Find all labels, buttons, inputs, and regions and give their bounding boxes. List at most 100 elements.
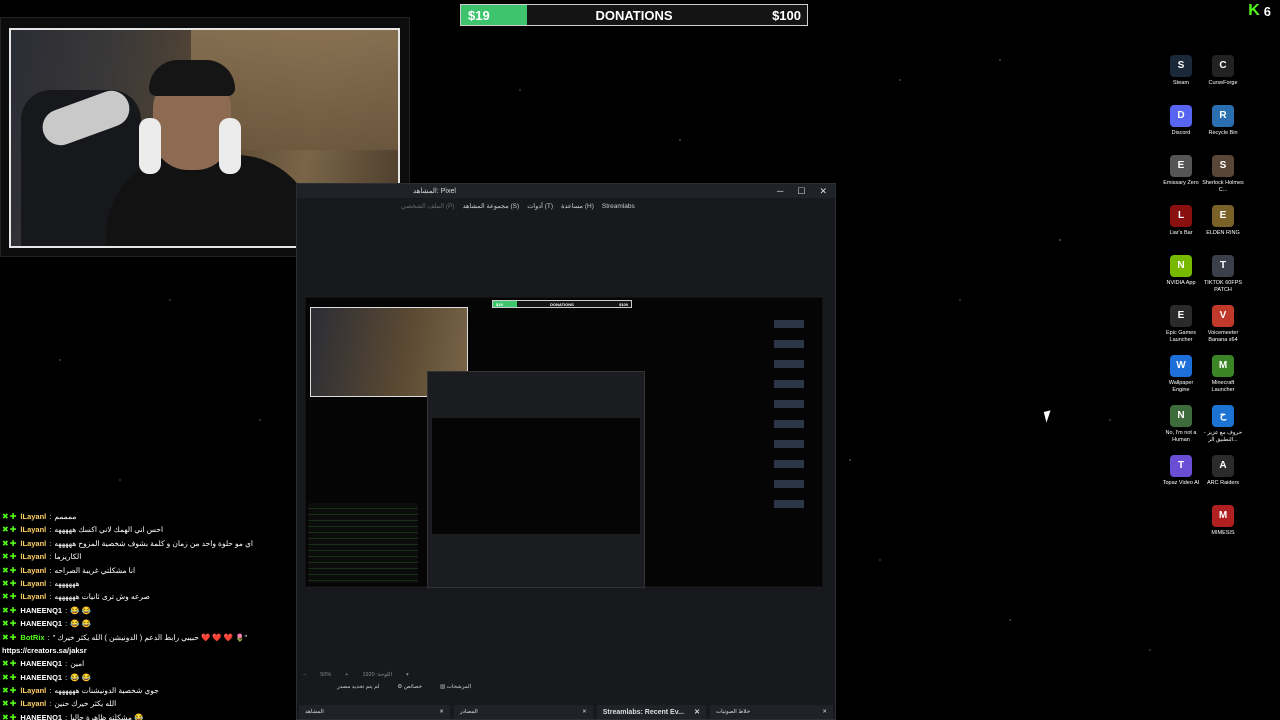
desktop-shortcut[interactable]: W Wallpaper Engine xyxy=(1160,355,1202,398)
close-icon[interactable]: ✕ xyxy=(819,186,827,197)
chat-separator: : xyxy=(47,632,50,642)
chat-username[interactable]: lLayanl xyxy=(20,684,46,697)
desktop-shortcut[interactable]: E ELDEN RING xyxy=(1202,205,1244,248)
kick-logo-icon: K xyxy=(1248,2,1260,19)
maximize-icon[interactable]: ☐ xyxy=(797,186,805,197)
zoom-bar-item-0[interactable]: − xyxy=(303,672,306,678)
chat-separator: : xyxy=(49,578,52,588)
dock-tab-1[interactable]: المصادر ✕ xyxy=(453,705,593,719)
chat-text: الله يكثر خيرك حنين xyxy=(54,699,117,709)
desktop-shortcut[interactable]: M MIMESIS xyxy=(1202,505,1244,548)
desktop-shortcut[interactable]: S Steam xyxy=(1160,55,1202,98)
desktop-shortcut[interactable]: L Liar's Bar xyxy=(1160,205,1202,248)
chat-username[interactable]: lLayanl xyxy=(20,523,46,536)
nvidia-icon: N xyxy=(1170,255,1192,277)
dock-close-icon[interactable]: ✕ xyxy=(822,709,827,715)
desktop-shortcut[interactable]: T Topaz Video AI xyxy=(1160,455,1202,498)
chat-separator: : xyxy=(65,659,68,669)
desktop-shortcut-label: Wallpaper Engine xyxy=(1168,380,1194,393)
zoom-bar-item-3[interactable]: اللوحة: 1920 xyxy=(362,672,392,678)
desktop-shortcut[interactable]: N No, I'm not a Human xyxy=(1160,405,1202,448)
filters-button[interactable]: ▧ المرشحات xyxy=(440,684,471,690)
chat-username[interactable]: HANEENQ1 xyxy=(20,711,62,720)
desktop-shortcut[interactable]: A ARC Raiders xyxy=(1202,455,1244,498)
dock-close-icon[interactable]: ✕ xyxy=(694,708,700,716)
zoom-bar-item-2[interactable]: + xyxy=(345,672,348,678)
desktop-shortcut[interactable]: T TIKTOK 60FPS PATCH xyxy=(1202,255,1244,298)
emissary-zero-icon: E xyxy=(1170,155,1192,177)
minimize-icon[interactable]: ─ xyxy=(777,186,783,197)
chat-username[interactable]: lLayanl xyxy=(20,550,46,563)
chat-username[interactable]: lLayanl xyxy=(20,537,46,550)
properties-button[interactable]: ⚙ خصائص xyxy=(397,684,422,690)
chat-separator: : xyxy=(65,672,68,682)
tiktok-patch-icon: T xyxy=(1212,255,1234,277)
chat-username[interactable]: lLayanl xyxy=(20,510,46,523)
desktop-shortcut-label: Minecraft Launcher xyxy=(1211,380,1235,393)
desktop-shortcut-label: Topaz Video AI xyxy=(1162,480,1200,486)
obs-titlebar[interactable]: المشاهد: Pixel ─ ☐ ✕ xyxy=(297,184,835,198)
obs-window[interactable]: المشاهد: Pixel ─ ☐ ✕ الملف الشخصي (P) مجم… xyxy=(296,183,836,720)
dock-tab-3[interactable]: خلاط الصوتيات ✕ xyxy=(709,705,833,719)
zoom-bar-item-1[interactable]: 50% xyxy=(320,672,331,678)
preview-donation-bar: $19 DONATIONS $100 xyxy=(492,300,632,308)
desktop-shortcut[interactable]: N NVIDIA App xyxy=(1160,255,1202,298)
chat-username[interactable]: HANEENQ1 xyxy=(20,604,62,617)
window-controls: ─ ☐ ✕ xyxy=(777,186,827,197)
desktop-shortcut[interactable]: E Epic Games Launcher xyxy=(1160,305,1202,348)
chat-badge-icons: ✖✚ xyxy=(2,686,18,696)
preview-recursive-window xyxy=(427,371,645,588)
chat-text: صرعه وش ترى ثانيات ههههههه xyxy=(54,592,150,602)
dock-close-icon[interactable]: ✕ xyxy=(439,709,444,715)
chat-text: 😂 😂 xyxy=(70,605,91,615)
desktop-shortcut[interactable]: S Sherlock Holmes C... xyxy=(1202,155,1244,198)
menu-item-2[interactable]: أدوات (T) xyxy=(527,202,553,210)
chat-username[interactable]: lLayanl xyxy=(20,577,46,590)
chat-username[interactable]: BotRix xyxy=(20,631,44,644)
chat-username[interactable]: lLayanl xyxy=(20,697,46,710)
desktop-shortcut[interactable]: M Minecraft Launcher xyxy=(1202,355,1244,398)
dock-tab-2[interactable]: Streamlabs: Recent Ev... ✕ xyxy=(596,705,706,719)
preview-desktop-icons xyxy=(774,320,804,510)
desktop-shortcut[interactable]: E Emissary Zero xyxy=(1160,155,1202,198)
menu-item-0[interactable]: الملف الشخصي (P) xyxy=(401,202,455,210)
chat-username[interactable]: lLayanl xyxy=(20,564,46,577)
chat-text: اي مو حلوة واحد من زمان و كلمة بشوف شخصي… xyxy=(54,538,253,548)
chat-separator: : xyxy=(65,605,68,615)
zoom-bar-item-4[interactable]: ▾ xyxy=(406,672,409,678)
dock-tab-0[interactable]: المشاهد ✕ xyxy=(299,705,450,719)
voicemeeter-icon: V xyxy=(1212,305,1234,327)
obs-preview-canvas[interactable]: $19 DONATIONS $100 xyxy=(305,297,823,588)
chat-username[interactable]: HANEENQ1 xyxy=(20,617,62,630)
chat-badge-icons: ✖✚ xyxy=(2,565,18,575)
chat-separator: : xyxy=(49,565,52,575)
obs-menubar: الملف الشخصي (P) مجموعة المشاهد (S) أدوات … xyxy=(297,198,835,214)
desktop-shortcut[interactable]: C CurseForge xyxy=(1202,55,1244,98)
chat-message: ✖✚ lLayanl: اي مو حلوة واحد من زمان و كلمة… xyxy=(2,537,302,550)
obs-window-title: المشاهد: Pixel xyxy=(413,188,456,195)
chat-badge-icons: ✖✚ xyxy=(2,525,18,535)
desktop-shortcut[interactable]: R Recycle Bin xyxy=(1202,105,1244,148)
dock-close-icon[interactable]: ✕ xyxy=(582,709,587,715)
chat-username[interactable]: HANEENQ1 xyxy=(20,657,62,670)
headphone-right-icon xyxy=(219,118,241,174)
desktop-shortcut-label: ELDEN RING xyxy=(1206,230,1240,236)
chat-username[interactable]: lLayanl xyxy=(20,590,46,603)
chat-username[interactable]: HANEENQ1 xyxy=(20,671,62,684)
preview-chat xyxy=(308,503,418,583)
menu-item-3[interactable]: مساعدة (H) xyxy=(561,202,594,210)
desktop-shortcut[interactable]: D Discord xyxy=(1160,105,1202,148)
chat-badge-icons: ✖✚ xyxy=(2,699,18,709)
sherlock-holmes-icon: S xyxy=(1212,155,1234,177)
chat-message: ✖✚ lLayanl: الكاريزما xyxy=(2,550,302,563)
desktop-shortcut-label: MIMESIS xyxy=(1211,530,1235,536)
preview-donation-current: $19 xyxy=(496,302,503,307)
chat-text: مشكلته ظاهرة حاليا 😂 xyxy=(70,712,144,720)
minecraft-icon: M xyxy=(1212,355,1234,377)
menu-item-1[interactable]: مجموعة المشاهد (S) xyxy=(463,202,520,210)
desktop-shortcut-label: حروف مع عزيز - التطبيق الر... xyxy=(1204,430,1242,443)
desktop-shortcut[interactable]: V Voicemeeter Banana x64 xyxy=(1202,305,1244,348)
menu-item-4[interactable]: Streamlabs xyxy=(602,203,635,210)
desktop-shortcut[interactable]: ح حروف مع عزيز - التطبيق الر... xyxy=(1202,405,1244,448)
chat-link[interactable]: https://creators.sa/jaksr xyxy=(2,644,87,657)
